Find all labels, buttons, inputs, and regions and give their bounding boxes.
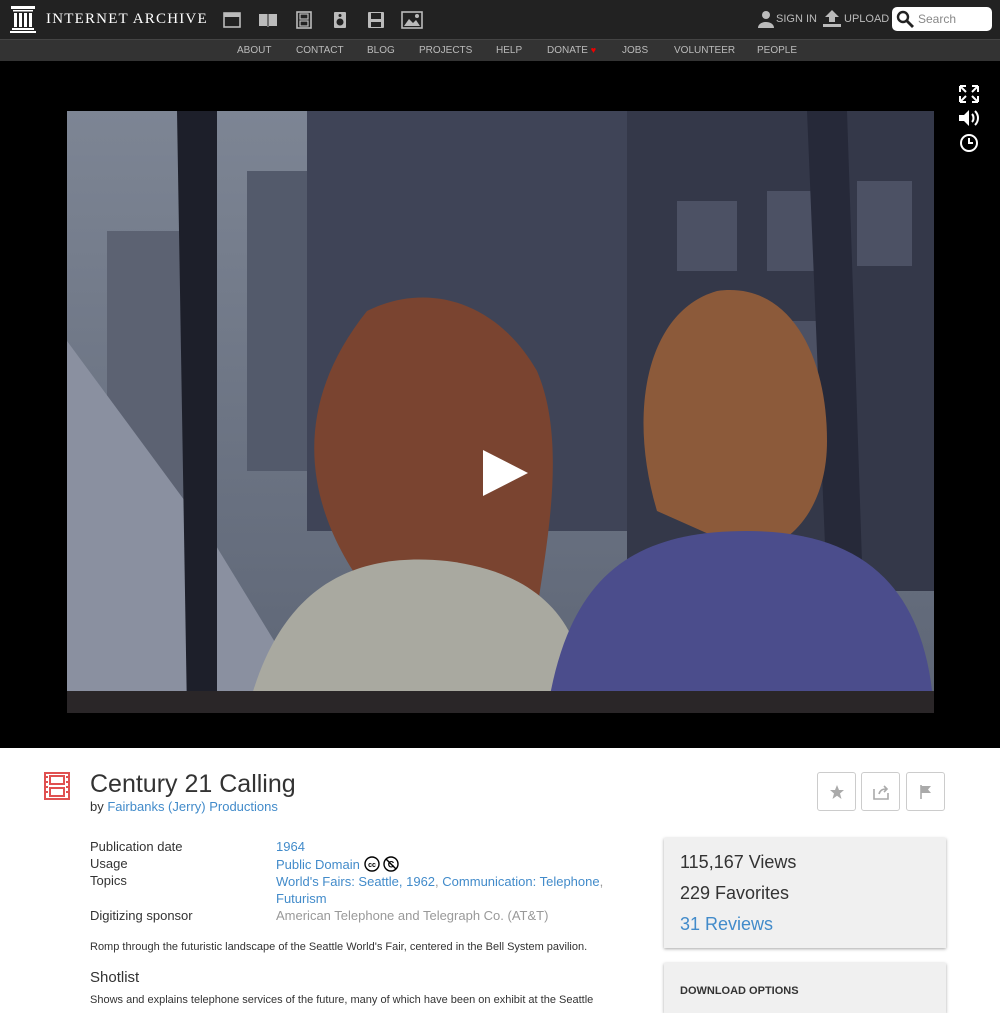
user-icon: [758, 11, 774, 28]
video-still-image: [67, 111, 934, 713]
search-icon[interactable]: [896, 10, 914, 28]
reviews-link[interactable]: 31 Reviews: [680, 914, 773, 935]
nav-donate-label: DONATE: [547, 45, 588, 56]
topic-link[interactable]: Futurism: [276, 891, 327, 906]
topic-link[interactable]: Communication: Telephone: [442, 874, 599, 889]
topics-label: Topics: [90, 873, 127, 888]
usage-label: Usage: [90, 856, 128, 871]
star-icon: [829, 784, 844, 799]
shotlist-heading: Shotlist: [90, 969, 140, 986]
logo-text: INTERNET ARCHIVE: [46, 10, 208, 27]
nav-projects[interactable]: PROJECTS: [419, 45, 472, 56]
publication-date-value[interactable]: 1964: [276, 839, 305, 854]
software-icon[interactable]: [358, 10, 394, 30]
video-player[interactable]: [0, 61, 1000, 748]
nav-people[interactable]: PEOPLE: [757, 45, 797, 56]
clock-icon[interactable]: [957, 132, 981, 154]
download-options-heading: DOWNLOAD OPTIONS: [680, 985, 799, 997]
digitizing-sponsor-label: Digitizing sponsor: [90, 908, 193, 923]
byline: by Fairbanks (Jerry) Productions: [90, 799, 278, 814]
views-count: 115,167 Views: [680, 852, 797, 872]
item-stats-box: 115,167 Views 229 Favorites 31 Reviews: [664, 838, 946, 948]
topics-value: World's Fairs: Seattle, 1962, Communicat…: [276, 874, 604, 906]
nav-jobs[interactable]: JOBS: [622, 45, 648, 56]
digitizing-sponsor-value[interactable]: American Telephone and Telegraph Co. (AT…: [276, 908, 548, 923]
upload-link[interactable]: UPLOAD: [822, 10, 889, 28]
media-type-icons: [214, 10, 430, 30]
video-frame[interactable]: [67, 111, 934, 713]
images-icon[interactable]: [394, 10, 430, 30]
public-domain-icon[interactable]: C: [383, 856, 399, 872]
web-icon[interactable]: [214, 10, 250, 30]
favorites-count: 229 Favorites: [680, 883, 790, 903]
play-icon[interactable]: [483, 450, 528, 496]
top-bar: INTERNET ARCHIVE SIGN IN UPLOAD: [0, 0, 1000, 39]
shotlist-text: Shows and explains telephone services of…: [90, 994, 594, 1006]
share-icon: [872, 784, 889, 800]
svg-text:cc: cc: [368, 862, 376, 869]
sign-in-link[interactable]: SIGN IN: [758, 10, 817, 28]
usage-value: Public Domain cc C: [276, 856, 399, 872]
nav-contact[interactable]: CONTACT: [296, 45, 344, 56]
archive-logo-icon: [10, 6, 36, 33]
nav-blog[interactable]: BLOG: [367, 45, 395, 56]
heart-icon: ♥: [590, 45, 597, 55]
publication-date-label: Publication date: [90, 839, 183, 854]
sign-in-label: SIGN IN: [776, 13, 817, 25]
internet-archive-logo[interactable]: INTERNET ARCHIVE: [10, 5, 208, 33]
upload-icon: [823, 10, 841, 27]
share-button[interactable]: [861, 772, 900, 811]
secondary-nav: ABOUT CONTACT BLOG PROJECTS HELP DONATE …: [0, 39, 1000, 61]
topic-link[interactable]: World's Fairs: Seattle, 1962: [276, 874, 435, 889]
search-input[interactable]: [918, 12, 988, 26]
item-title: Century 21 Calling: [90, 770, 296, 798]
fullscreen-icon[interactable]: [957, 83, 981, 105]
nav-volunteer[interactable]: VOLUNTEER: [674, 45, 735, 56]
volume-icon[interactable]: [957, 107, 981, 129]
creator-link[interactable]: Fairbanks (Jerry) Productions: [107, 799, 278, 814]
by-prefix: by: [90, 799, 104, 814]
audio-icon[interactable]: [322, 10, 358, 30]
video-icon[interactable]: [286, 10, 322, 30]
flag-icon: [919, 784, 931, 799]
download-options-box: DOWNLOAD OPTIONS: [664, 963, 946, 1013]
nav-about[interactable]: ABOUT: [237, 45, 271, 56]
nav-help[interactable]: HELP: [496, 45, 522, 56]
film-icon: [44, 772, 70, 800]
upload-label: UPLOAD: [844, 13, 890, 25]
search-box[interactable]: [892, 7, 992, 31]
usage-link[interactable]: Public Domain: [276, 857, 360, 872]
favorite-button[interactable]: [817, 772, 856, 811]
nav-donate[interactable]: DONATE ♥: [547, 45, 596, 56]
item-description: Romp through the futuristic landscape of…: [90, 941, 588, 953]
creative-commons-icon[interactable]: cc: [364, 856, 380, 872]
texts-icon[interactable]: [250, 10, 286, 30]
flag-button[interactable]: [906, 772, 945, 811]
